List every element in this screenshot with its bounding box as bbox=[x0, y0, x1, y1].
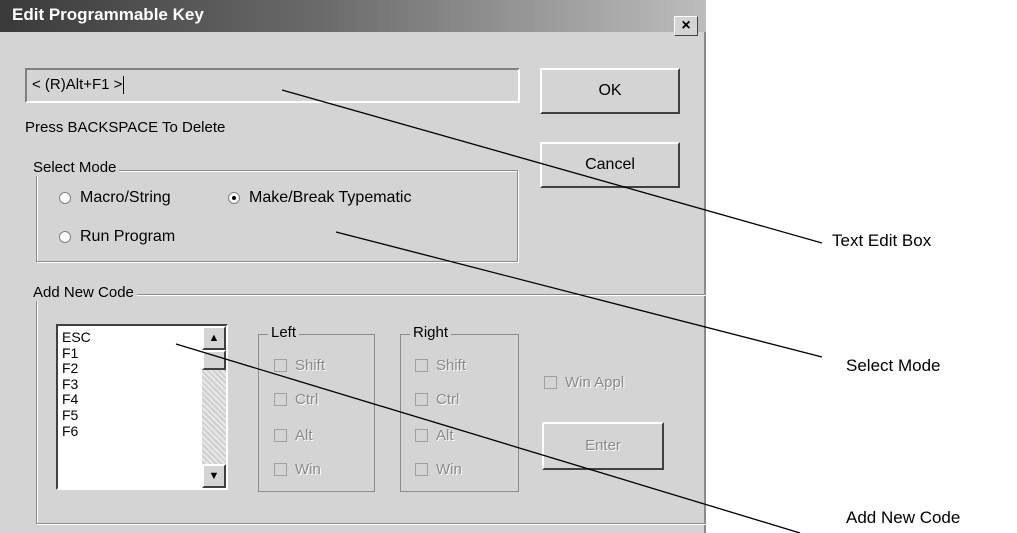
callout-lines bbox=[175, 89, 823, 533]
leader-line-add-new-code bbox=[175, 343, 801, 533]
leader-line-select-mode bbox=[335, 231, 823, 358]
callout-add-new-code: Add New Code bbox=[846, 508, 961, 527]
leader-line-text-edit-box bbox=[281, 89, 823, 244]
callout-text-edit-box: Text Edit Box bbox=[832, 231, 932, 250]
callout-select-mode: Select Mode bbox=[846, 356, 941, 375]
